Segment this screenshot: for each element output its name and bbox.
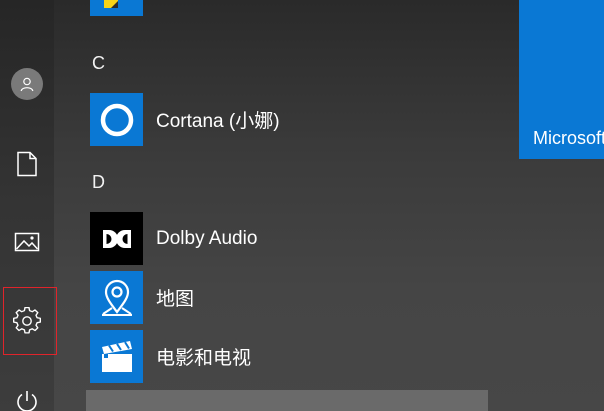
document-icon bbox=[17, 151, 37, 177]
app-tile bbox=[90, 212, 143, 265]
app-tile bbox=[90, 0, 143, 16]
start-rail bbox=[0, 0, 54, 411]
app-label: Dolby Audio bbox=[156, 227, 258, 249]
app-tile bbox=[90, 330, 143, 383]
app-label: 地图 bbox=[156, 289, 195, 310]
gear-icon bbox=[13, 307, 41, 334]
power-icon bbox=[17, 391, 37, 411]
app-item-maps[interactable]: 地图 bbox=[90, 271, 490, 324]
account-button[interactable] bbox=[0, 60, 54, 108]
section-header-c[interactable]: C bbox=[92, 53, 105, 74]
app-list-scrollbar[interactable] bbox=[86, 390, 488, 411]
power-button[interactable] bbox=[0, 378, 54, 411]
app-tile bbox=[90, 93, 143, 146]
pictures-button[interactable] bbox=[0, 218, 54, 266]
sticky-notes-icon bbox=[104, 0, 118, 8]
avatar bbox=[11, 68, 43, 100]
app-list: 便笺 C Cortana (小娜) D Dolby Audio bbox=[54, 0, 490, 411]
app-item-sticky-notes[interactable]: 便笺 bbox=[90, 0, 490, 16]
map-pin-icon bbox=[101, 279, 132, 316]
app-item-dolby-audio[interactable]: Dolby Audio bbox=[90, 212, 490, 265]
app-item-cortana[interactable]: Cortana (小娜) bbox=[90, 93, 490, 146]
user-icon bbox=[20, 77, 34, 92]
app-item-movies-tv[interactable]: 电影和电视 bbox=[90, 330, 490, 383]
app-tile bbox=[90, 271, 143, 324]
app-label: 电影和电视 bbox=[156, 348, 252, 369]
app-label: Cortana (小娜) bbox=[156, 111, 280, 132]
tile-label: Microsoft bbox=[533, 128, 604, 148]
tile-microsoft[interactable]: Microsoft bbox=[519, 0, 604, 159]
start-menu: 便笺 C Cortana (小娜) D Dolby Audio bbox=[0, 0, 604, 411]
section-header-d[interactable]: D bbox=[92, 172, 105, 193]
clapperboard-icon bbox=[101, 340, 132, 372]
dolby-icon bbox=[102, 229, 131, 248]
picture-icon bbox=[14, 232, 40, 252]
documents-button[interactable] bbox=[0, 140, 54, 188]
settings-button[interactable] bbox=[0, 297, 54, 345]
cortana-icon bbox=[100, 103, 133, 136]
app-label: 便笺 bbox=[156, 0, 194, 3]
